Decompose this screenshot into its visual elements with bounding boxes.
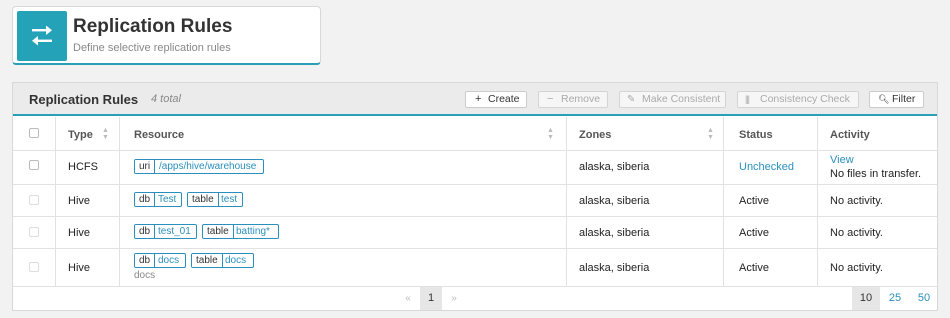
rule-type: Hive: [68, 195, 91, 207]
page-subtitle: Define selective replication rules: [73, 42, 231, 54]
wrench-icon: ✎: [627, 94, 636, 105]
header-divider: [13, 150, 937, 151]
rules-panel: Replication Rules 4 total + Create − Rem…: [12, 82, 938, 311]
row-checkbox[interactable]: [29, 262, 39, 272]
tag-key: db: [135, 225, 156, 238]
tag-value: test_01: [158, 226, 191, 237]
resource-tag-uri[interactable]: uri /apps/hive/warehouse: [134, 159, 264, 174]
tag-value: Test: [158, 194, 177, 205]
page-size-50[interactable]: 50: [910, 287, 938, 310]
column-divider: [119, 117, 120, 286]
consistency-check-label: Consistency Check: [760, 93, 850, 105]
rule-zones: alaska, siberia: [579, 161, 650, 173]
consistency-check-button[interactable]: ||| Consistency Check: [737, 91, 859, 108]
rule-type: Hive: [68, 227, 91, 239]
tag-key: table: [203, 225, 234, 238]
column-divider: [55, 117, 56, 286]
make-consistent-label: Make Consistent: [642, 93, 721, 105]
next-page-button[interactable]: »: [443, 287, 465, 310]
column-header-status: Status: [739, 129, 773, 141]
rule-zones: alaska, siberia: [579, 195, 650, 207]
panel-header: Replication Rules 4 total + Create − Rem…: [13, 83, 937, 116]
row-divider: [13, 184, 937, 185]
page-header-card: Replication Rules Define selective repli…: [12, 6, 321, 65]
tag-key: uri: [135, 160, 156, 173]
status-link[interactable]: Unchecked: [739, 161, 794, 173]
resource-tag-table[interactable]: table batting*: [202, 224, 279, 239]
tag-value: batting*: [236, 226, 270, 237]
column-divider: [566, 117, 567, 286]
rule-activity: No activity.: [830, 262, 883, 274]
row-divider: [13, 248, 937, 249]
create-button[interactable]: + Create: [465, 91, 527, 108]
replication-arrows-icon: [17, 11, 67, 61]
sort-resource-icon[interactable]: ▲ ▼: [547, 127, 554, 141]
rule-activity: No activity.: [830, 227, 883, 239]
rule-status: Active: [739, 262, 769, 274]
prev-page-button[interactable]: «: [397, 287, 419, 310]
rule-status: Active: [739, 195, 769, 207]
sort-zones-icon[interactable]: ▲ ▼: [707, 127, 714, 141]
rule-zones: alaska, siberia: [579, 227, 650, 239]
select-all-checkbox[interactable]: [29, 128, 39, 138]
tag-value: /apps/hive/warehouse: [159, 161, 257, 172]
remove-label: Remove: [561, 93, 601, 105]
page-title: Replication Rules: [73, 16, 233, 37]
column-divider: [723, 117, 724, 286]
bars-icon: |||: [745, 94, 750, 104]
minus-icon: −: [547, 93, 554, 105]
tag-key: db: [135, 254, 156, 267]
filter-label: Filter: [892, 93, 916, 105]
page-size-25[interactable]: 25: [881, 287, 909, 310]
activity-view-link[interactable]: View: [830, 154, 854, 166]
make-consistent-button[interactable]: ✎ Make Consistent: [619, 91, 726, 108]
resource-tag-table[interactable]: table docs: [191, 253, 254, 268]
column-header-type[interactable]: Type: [68, 119, 93, 151]
tag-value: docs: [158, 255, 180, 266]
row-checkbox[interactable]: [29, 160, 39, 170]
create-label: Create: [488, 93, 520, 105]
remove-button[interactable]: − Remove: [538, 91, 608, 108]
column-divider: [817, 117, 818, 286]
rule-status: Active: [739, 227, 769, 239]
rule-zones: alaska, siberia: [579, 262, 650, 274]
rule-type: Hive: [68, 262, 91, 274]
total-count: 4 total: [151, 93, 181, 105]
resource-tag-table[interactable]: table test: [187, 192, 243, 207]
column-header-resource[interactable]: Resource: [134, 119, 184, 151]
tag-value: test: [221, 194, 238, 205]
page-1-button[interactable]: 1: [420, 287, 442, 310]
sort-type-icon[interactable]: ▲ ▼: [102, 127, 109, 141]
page-size-10[interactable]: 10: [852, 287, 880, 310]
row-checkbox[interactable]: [29, 227, 39, 237]
plus-icon: +: [475, 93, 482, 105]
row-checkbox[interactable]: [29, 195, 39, 205]
tag-key: db: [135, 193, 156, 206]
column-header-activity: Activity: [830, 129, 870, 141]
resource-tag-db[interactable]: db test_01: [134, 224, 197, 239]
row-divider: [13, 286, 937, 287]
tag-value: docs: [225, 255, 247, 266]
resource-note: docs: [134, 270, 156, 281]
rule-activity: No files in transfer.: [830, 168, 922, 180]
row-divider: [13, 216, 937, 217]
rule-activity: No activity.: [830, 195, 883, 207]
column-header-zones[interactable]: Zones: [579, 119, 611, 151]
filter-button[interactable]: 🔍︎ Filter: [869, 91, 924, 108]
search-icon: 🔍︎: [878, 94, 890, 104]
panel-title: Replication Rules: [29, 92, 139, 107]
tag-key: table: [188, 193, 219, 206]
rule-type: HCFS: [68, 161, 98, 173]
resource-tag-db[interactable]: db docs: [134, 253, 186, 268]
resource-tag-db[interactable]: db Test: [134, 192, 182, 207]
tag-key: table: [192, 254, 223, 267]
